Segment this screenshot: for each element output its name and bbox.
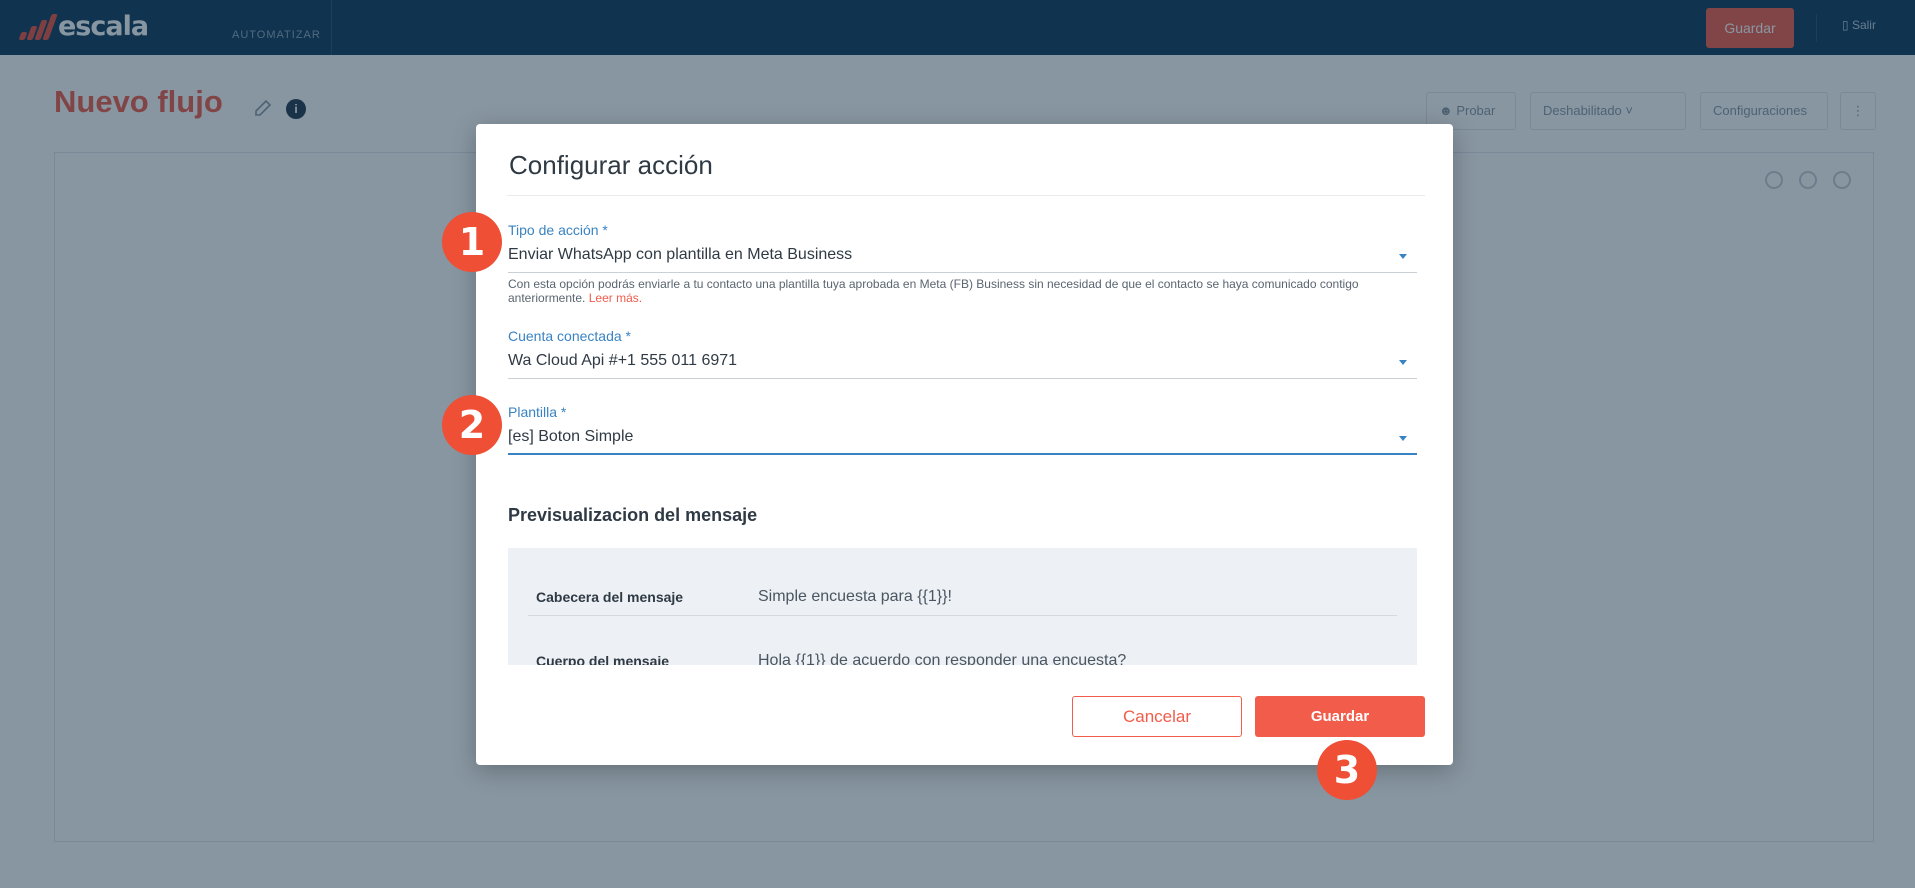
action-type-field: Tipo de acción * Enviar WhatsApp con pla… [508,221,1417,273]
preview-title: Previsualizacion del mensaje [508,505,758,525]
cancel-button[interactable]: Cancelar [1072,696,1242,737]
step-marker-1: 1 [442,212,502,272]
template-value: [es] Boton Simple [508,428,634,445]
preview-value: Hola {{1}} de acuerdo con responder una … [758,652,1127,665]
action-type-label: Tipo de acción * [508,222,608,238]
step-marker-2: 2 [442,395,502,455]
message-preview[interactable]: Cabecera del mensaje Simple encuesta par… [508,548,1417,665]
caret-down-icon [1399,360,1407,365]
preview-key: Cuerpo del mensaje [536,653,670,665]
account-field: Cuenta conectada * Wa Cloud Api #+1 555 … [508,327,1417,379]
configure-action-dialog: Configurar acción Tipo de acción * Envia… [476,124,1453,765]
title-divider [507,195,1425,196]
preview-key: Cabecera del mensaje [536,589,684,605]
account-value: Wa Cloud Api #+1 555 011 6971 [508,352,738,369]
save-button[interactable]: Guardar [1255,696,1425,737]
caret-down-icon [1399,436,1407,441]
preview-row: Cabecera del mensaje Simple encuesta par… [528,548,1397,610]
template-field: Plantilla * [es] Boton Simple [508,403,1417,455]
dialog-title: Configurar acción [509,150,713,180]
action-type-help: Con esta opción podrás enviarle a tu con… [508,277,1408,305]
preview-row: Cuerpo del mensaje Hola {{1}} de acuerdo… [528,616,1397,665]
read-more-link[interactable]: Leer más. [589,291,642,305]
action-type-value: Enviar WhatsApp con plantilla en Meta Bu… [508,246,853,263]
template-select[interactable]: [es] Boton Simple [508,421,1417,455]
account-select[interactable]: Wa Cloud Api #+1 555 011 6971 [508,345,1417,379]
preview-value: Simple encuesta para {{1}}! [758,588,952,605]
template-label: Plantilla * [508,404,567,420]
account-label: Cuenta conectada * [508,328,631,344]
step-marker-3: 3 [1317,740,1377,800]
action-type-select[interactable]: Enviar WhatsApp con plantilla en Meta Bu… [508,239,1417,273]
caret-down-icon [1399,254,1407,259]
